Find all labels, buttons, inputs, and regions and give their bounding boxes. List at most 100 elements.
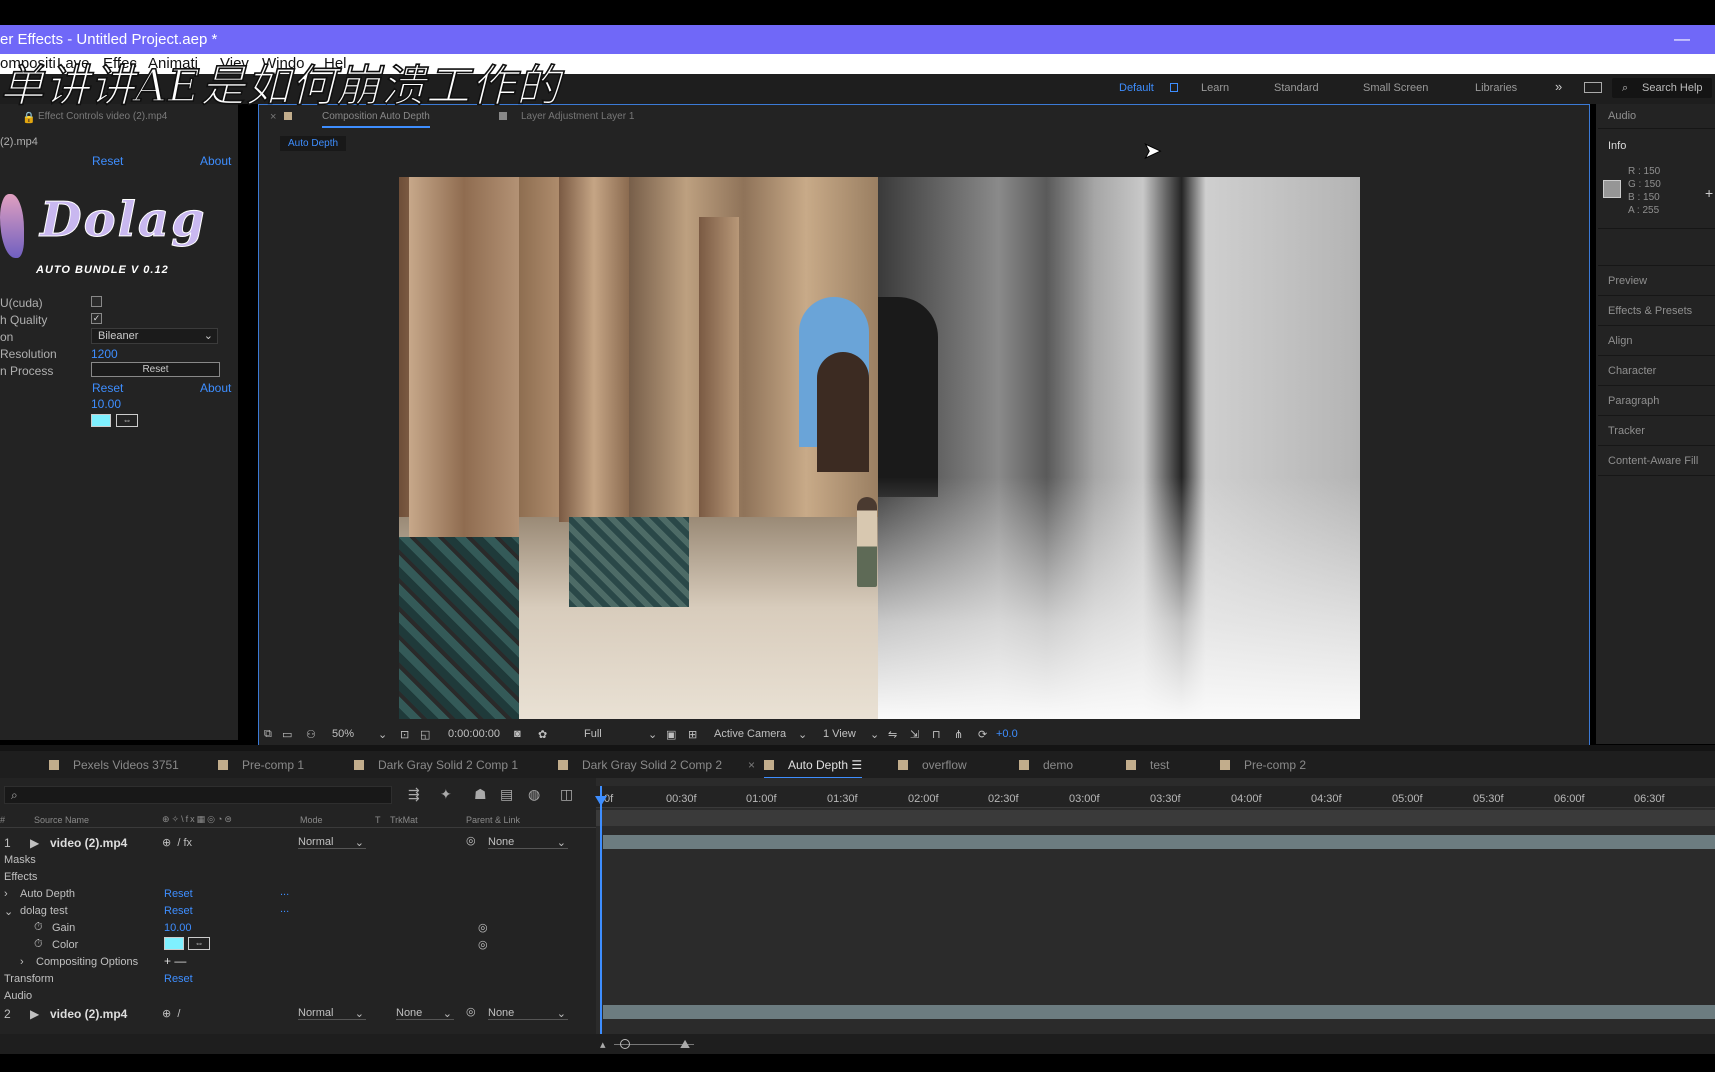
info-panel-tab[interactable]: Info [1608,140,1626,152]
effect2-reset-link[interactable]: Reset [92,381,123,395]
close-tab-icon[interactable]: × [270,111,276,123]
layer1-name[interactable]: video (2).mp4 [50,836,127,850]
col-trkmat[interactable]: TrkMat [390,815,418,825]
monitor-icon[interactable]: ▭ [282,728,292,741]
timeline-tab[interactable]: Pre-comp 2 [1220,758,1306,772]
audio-panel-tab[interactable]: Audio [1608,110,1636,122]
dolag-test-reset-link[interactable]: Reset [164,905,193,917]
color-property-swatch[interactable] [164,937,184,950]
effect-controls-tab[interactable]: Effect Controls video (2).mp4 [38,111,167,122]
timeline-tab[interactable]: Pre-comp 1 [218,758,304,772]
gain-value[interactable]: 10.00 [91,397,121,411]
always-preview-icon[interactable]: ⧉ [264,728,272,741]
dolag-test-options[interactable]: ... [280,903,289,915]
workspace-learn[interactable]: Learn [1201,82,1229,94]
frame-blending-icon[interactable]: ▤ [500,786,513,803]
layer2-trkmat-select[interactable]: None ⌄ [396,1007,454,1020]
dolag-test-effect[interactable]: dolag test [20,905,68,917]
align-panel-tab[interactable]: Align [1608,335,1632,347]
mask-icon[interactable]: ⚇ [306,728,316,741]
col-mode[interactable]: Mode [300,815,323,825]
minimize-button[interactable]: — [1674,25,1690,54]
expand-arrow-icon[interactable]: ▶ [30,1007,39,1021]
auto-depth-subtab[interactable]: Auto Depth [280,136,347,151]
workspace-small-screen[interactable]: Small Screen [1363,82,1428,94]
playhead[interactable] [600,786,602,1038]
workspace-default[interactable]: Default [1119,82,1154,94]
layer1-switches[interactable]: ⊕ / fx [162,836,192,849]
chevron-down-icon[interactable]: ⌄ [798,728,807,741]
exposure-value[interactable]: +0.0 [996,728,1018,740]
layer-tab[interactable]: Layer Adjustment Layer 1 [521,111,634,122]
chevron-down-icon[interactable]: ⌄ [870,728,879,741]
expand-arrow-icon[interactable]: ▶ [30,836,39,850]
transform-group[interactable]: Transform [4,973,54,985]
composition-tab[interactable]: Composition Auto Depth [322,111,430,128]
chevron-down-icon[interactable]: ⌄ [378,728,387,741]
layer1-track-bar[interactable] [603,835,1715,849]
timeline-tab[interactable]: Dark Gray Solid 2 Comp 2 [558,758,722,772]
camera-snapshot-icon[interactable]: ◙ [514,728,521,740]
character-panel-tab[interactable]: Character [1608,365,1656,377]
color-channel-icon[interactable]: ✿ [538,728,547,741]
timeline-tab[interactable]: Dark Gray Solid 2 Comp 1 [354,758,518,772]
work-area-bar[interactable] [596,810,1715,826]
effect-about-link[interactable]: About [200,154,231,168]
eyedropper-icon[interactable]: ⇔ [188,937,210,950]
zoom-in-icon[interactable]: ⛰ [680,1037,690,1052]
process-reset-button[interactable]: Reset [91,362,220,377]
timeline-search-input[interactable]: ⌕ [4,786,392,804]
timecode-display[interactable]: 0:00:00:00 [448,728,500,740]
motion-blur-icon[interactable]: ◍ [528,786,540,803]
composition-viewer[interactable] [399,177,1360,719]
content-aware-fill-panel-tab[interactable]: Content-Aware Fill [1608,455,1698,467]
comp-flowchart-icon[interactable]: ⇶ [408,786,420,803]
workspace-standard[interactable]: Standard [1274,82,1319,94]
link-pickwhip-icon[interactable]: ◎ [478,938,488,951]
paragraph-panel-tab[interactable]: Paragraph [1608,395,1659,407]
gpu-cuda-checkbox[interactable] [91,296,102,307]
layer2-track-bar[interactable] [603,1005,1715,1019]
shy-layers-icon[interactable]: ☗ [474,786,487,803]
gain-property-value[interactable]: 10.00 [164,922,192,934]
chevron-right-icon[interactable]: › [20,956,24,968]
effect-reset-link[interactable]: Reset [92,154,123,168]
zoom-select[interactable]: 50% [332,728,354,740]
chevron-down-icon[interactable]: ⌄ [648,728,657,741]
col-source-name[interactable]: Source Name [34,815,89,825]
workspace-libraries[interactable]: Libraries [1475,82,1517,94]
layer2-name[interactable]: video (2).mp4 [50,1007,127,1021]
timeline-tab[interactable]: Pexels Videos 3751 [49,758,179,772]
effects-group[interactable]: Effects [4,871,37,883]
flowchart-icon[interactable]: ⋔ [954,728,963,741]
region-icon[interactable]: ◱ [420,728,430,741]
high-quality-checkbox[interactable]: ✓ [91,313,102,324]
timeline-tab[interactable]: demo [1019,758,1073,772]
resolution-value[interactable]: 1200 [91,347,118,361]
zoom-out-icon[interactable]: ▴ [600,1038,606,1051]
fit-icon[interactable]: ⊡ [400,728,409,741]
roi-icon[interactable]: ▣ [666,728,676,741]
interpolation-dropdown[interactable]: Bileaner ⌄ [91,328,218,344]
tracker-panel-tab[interactable]: Tracker [1608,425,1645,437]
timeline-tab[interactable]: test [1126,758,1169,772]
lock-icon[interactable]: 🔒 [22,111,36,124]
auto-depth-effect[interactable]: Auto Depth [20,888,75,900]
link-pickwhip-icon[interactable]: ◎ [478,921,488,934]
toggle-pixel-icon[interactable]: ⇋ [888,728,897,741]
views-select[interactable]: 1 View [823,728,856,740]
reset-exposure-icon[interactable]: ⟳ [978,728,987,741]
pickwhip-icon[interactable]: ◎ [466,1005,476,1018]
layer1-parent-select[interactable]: None ⌄ [488,836,568,849]
fast-preview-icon[interactable]: ⇲ [910,728,919,741]
audio-group[interactable]: Audio [4,990,32,1002]
camera-select[interactable]: Active Camera [714,728,786,740]
zoom-slider-thumb[interactable] [620,1039,630,1049]
compositing-options[interactable]: Compositing Options [36,956,138,968]
layer2-mode-select[interactable]: Normal ⌄ [298,1007,366,1020]
color-swatch[interactable] [91,414,111,427]
timeline-icon[interactable]: ⊓ [932,728,941,741]
effects-presets-panel-tab[interactable]: Effects & Presets [1608,305,1692,317]
layer2-switches[interactable]: ⊕ / [162,1007,180,1020]
graph-editor-icon[interactable]: ◫ [560,786,573,803]
